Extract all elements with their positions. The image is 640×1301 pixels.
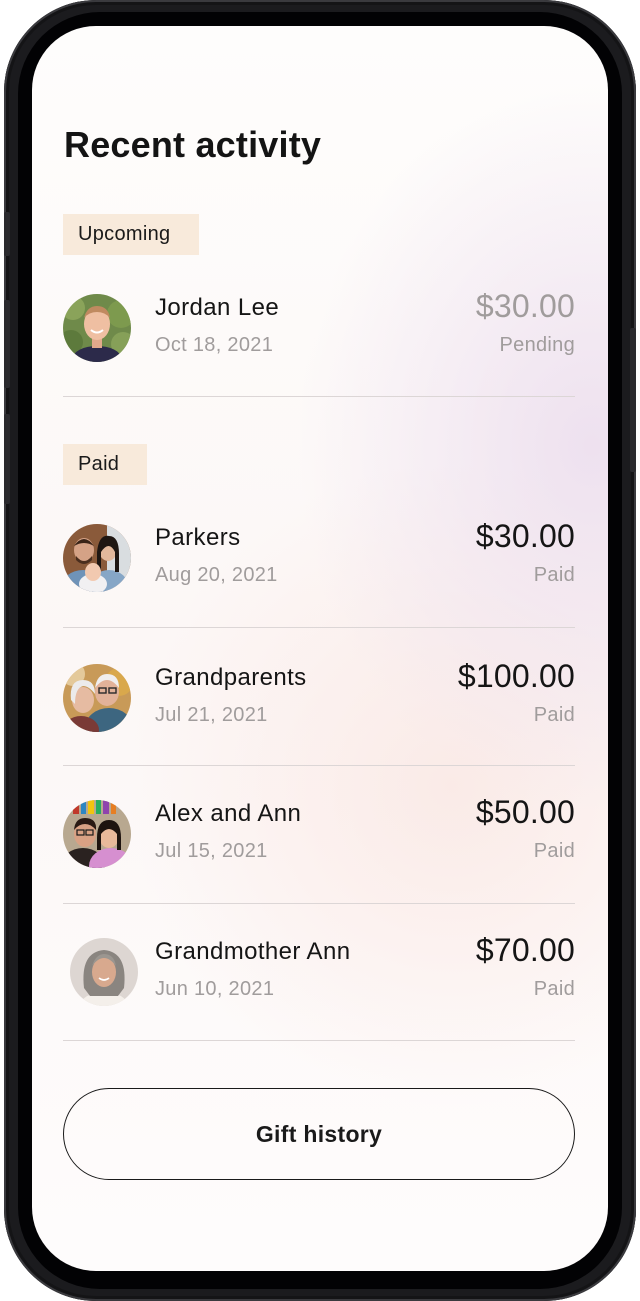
person-photo-icon	[70, 938, 138, 1006]
couple-photo-icon	[63, 664, 131, 732]
gift-amount: $70.00	[475, 932, 575, 968]
recipient-name: Alex and Ann	[155, 800, 302, 827]
divider	[63, 627, 575, 628]
divider	[63, 903, 575, 904]
gift-amount: $50.00	[475, 794, 575, 830]
avatar-grandparents	[63, 664, 131, 732]
divider	[63, 1040, 575, 1041]
gift-date: Oct 18, 2021	[155, 334, 274, 356]
couple-photo-icon	[63, 800, 131, 868]
mute-switch	[4, 212, 10, 256]
section-tag-upcoming: Upcoming	[63, 214, 199, 255]
activity-row[interactable]: Alex and Ann Jul 15, 2021 $50.00 Paid	[63, 794, 575, 870]
power-button	[630, 328, 636, 472]
screen: Recent activity Upcoming Jordan Lee Oct …	[32, 26, 608, 1271]
gift-amount: $100.00	[457, 658, 575, 694]
gift-status: Paid	[533, 704, 575, 726]
gift-date: Jul 21, 2021	[155, 704, 268, 726]
recipient-name: Jordan Lee	[155, 294, 280, 321]
family-photo-icon	[63, 524, 131, 592]
recipient-name: Grandmother Ann	[155, 938, 351, 965]
avatar-alex-and-ann	[63, 800, 131, 868]
recipient-name: Grandparents	[155, 664, 307, 691]
divider	[63, 396, 575, 397]
page-title: Recent activity	[64, 124, 322, 165]
divider	[63, 765, 575, 766]
activity-row[interactable]: Parkers Aug 20, 2021 $30.00 Paid	[63, 518, 575, 594]
gift-status: Paid	[533, 564, 575, 586]
volume-down-button	[4, 414, 10, 504]
gift-date: Aug 20, 2021	[155, 564, 278, 586]
gift-amount: $30.00	[475, 518, 575, 554]
recipient-name: Parkers	[155, 524, 241, 551]
avatar-jordan-lee	[63, 294, 131, 362]
gift-amount: $30.00	[475, 288, 575, 324]
avatar-parkers	[63, 524, 131, 592]
gift-date: Jun 10, 2021	[155, 978, 275, 1000]
section-tag-paid: Paid	[63, 444, 147, 485]
gift-status: Paid	[533, 978, 575, 1000]
activity-row[interactable]: Grandparents Jul 21, 2021 $100.00 Paid	[63, 658, 575, 734]
volume-up-button	[4, 300, 10, 388]
gift-date: Jul 15, 2021	[155, 840, 268, 862]
avatar-grandmother-ann	[70, 938, 138, 1006]
person-photo-icon	[63, 294, 131, 362]
activity-row[interactable]: Grandmother Ann Jun 10, 2021 $70.00 Paid	[63, 932, 575, 1008]
gift-status: Paid	[533, 840, 575, 862]
gift-status: Pending	[499, 334, 575, 356]
gift-history-button[interactable]: Gift history	[63, 1088, 575, 1180]
activity-row[interactable]: Jordan Lee Oct 18, 2021 $30.00 Pending	[63, 288, 575, 364]
